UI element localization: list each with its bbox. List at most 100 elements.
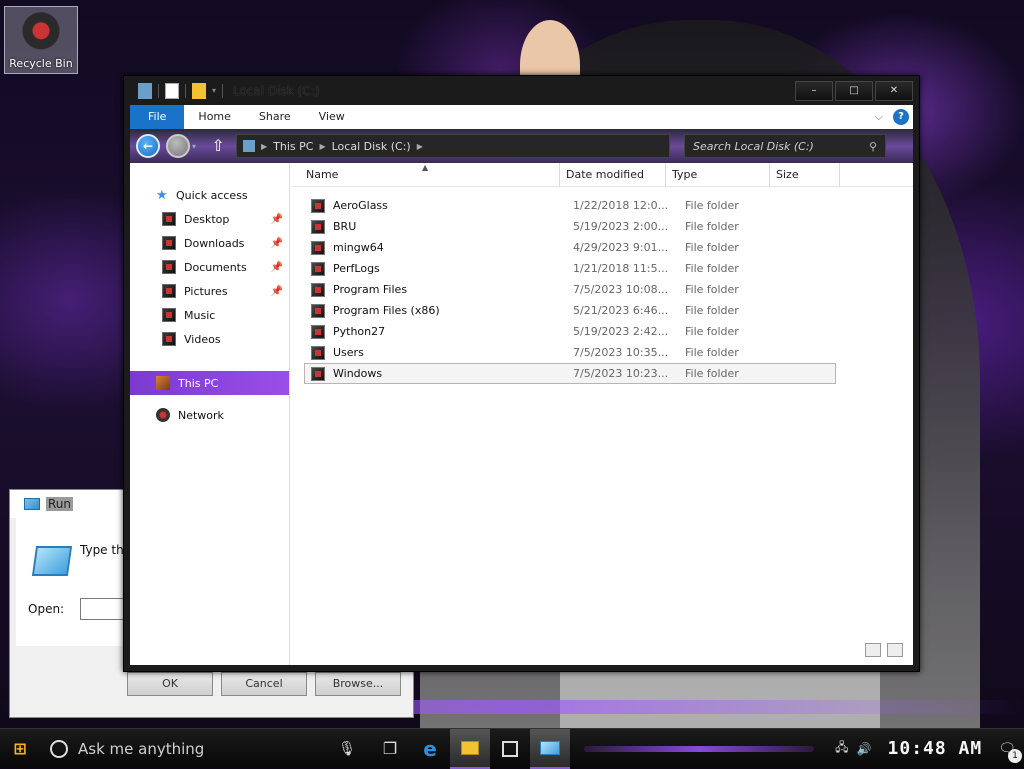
- column-header-date[interactable]: Date modified: [560, 163, 666, 187]
- tab-view[interactable]: View: [305, 105, 359, 129]
- up-button[interactable]: ⇧: [210, 134, 226, 158]
- customize-qat-icon[interactable]: ▾: [212, 86, 216, 95]
- cortana-search-box[interactable]: Ask me anything 🎙: [50, 729, 370, 769]
- sort-up-icon: ▲: [422, 163, 429, 172]
- file-type: File folder: [685, 199, 739, 212]
- minimize-button[interactable]: –: [795, 81, 833, 101]
- sidebar-item-documents[interactable]: Documents 📌: [130, 255, 289, 279]
- start-logo-icon: ⊞: [13, 739, 27, 758]
- file-row[interactable]: PerfLogs 1/21/2018 11:5... File folder: [304, 258, 836, 279]
- chevron-right-icon[interactable]: ▶: [319, 142, 325, 151]
- file-type: File folder: [685, 241, 739, 254]
- tab-home[interactable]: Home: [184, 105, 244, 129]
- new-folder-icon[interactable]: [192, 82, 206, 99]
- view-switcher: [865, 643, 903, 657]
- file-name: BRU: [333, 220, 357, 233]
- file-name: PerfLogs: [333, 262, 380, 275]
- file-row[interactable]: Program Files (x86) 5/21/2023 6:46... File…: [304, 300, 836, 321]
- sidebar-item-label: Documents: [184, 260, 247, 274]
- system-tray: 🖧 🔊 10:48 AM 🗨 1: [835, 729, 1024, 769]
- address-bar[interactable]: ▶ This PC ▶ Local Disk (C:) ▶: [236, 134, 671, 158]
- sidebar-item-pictures[interactable]: Pictures 📌: [130, 279, 289, 303]
- notification-count: 1: [1008, 748, 1022, 763]
- sidebar-item-downloads[interactable]: Downloads 📌: [130, 231, 289, 255]
- sidebar-item-desktop[interactable]: Desktop 📌: [130, 207, 289, 231]
- chevron-right-icon[interactable]: ▶: [261, 142, 267, 151]
- column-header-name[interactable]: ▲ Name: [292, 163, 560, 187]
- sidebar-item-label: Desktop: [184, 212, 230, 226]
- file-explorer-taskbar-button[interactable]: [450, 728, 490, 769]
- back-button[interactable]: ←: [136, 134, 160, 158]
- explorer-content: ★ Quick access Desktop 📌 Downloads 📌 Doc…: [130, 163, 913, 665]
- search-icon[interactable]: ⚲: [869, 140, 877, 153]
- pictures-folder-icon: [162, 284, 176, 298]
- sidebar-item-this-pc[interactable]: This PC: [130, 371, 289, 395]
- microphone-icon[interactable]: 🎙: [338, 741, 356, 757]
- separator: [158, 83, 159, 98]
- sidebar-item-label: Videos: [184, 332, 221, 346]
- window-controls: – □ ✕: [795, 81, 913, 101]
- pin-icon[interactable]: 📌: [271, 286, 283, 297]
- chevron-right-icon[interactable]: ▶: [417, 142, 423, 151]
- sidebar-item-label: Quick access: [176, 188, 248, 202]
- file-row[interactable]: BRU 5/19/2023 2:00... File folder: [304, 216, 836, 237]
- folder-icon: [311, 198, 325, 213]
- column-header-size[interactable]: Size: [770, 163, 840, 187]
- pin-icon[interactable]: 📌: [271, 214, 283, 225]
- file-date: 5/19/2023 2:42...: [573, 325, 669, 338]
- sidebar-item-videos[interactable]: Videos: [130, 327, 289, 351]
- store-taskbar-button[interactable]: [490, 729, 530, 769]
- run-browse-button[interactable]: Browse...: [315, 672, 401, 696]
- pin-icon[interactable]: 📌: [271, 262, 283, 273]
- network-icon: [156, 408, 170, 422]
- sidebar-item-quick-access[interactable]: ★ Quick access: [130, 183, 289, 207]
- music-folder-icon: [162, 308, 176, 322]
- start-button[interactable]: ⊞: [0, 729, 40, 769]
- action-center-button[interactable]: 🗨 1: [998, 741, 1022, 763]
- expand-ribbon-icon[interactable]: ⌵: [875, 110, 883, 124]
- recycle-bin-desktop-icon[interactable]: Recycle Bin: [4, 6, 78, 74]
- clock[interactable]: 10:48 AM: [888, 738, 983, 759]
- taskbar-decoration: [584, 745, 814, 752]
- sidebar-item-music[interactable]: Music: [130, 303, 289, 327]
- close-button[interactable]: ✕: [875, 81, 913, 101]
- explorer-title-bar[interactable]: ▾ Local Disk (C:) – □ ✕: [124, 76, 919, 105]
- run-cancel-button[interactable]: Cancel: [221, 672, 307, 696]
- sidebar-item-label: Music: [184, 308, 216, 322]
- details-view-icon[interactable]: [865, 643, 881, 657]
- file-row[interactable]: AeroGlass 1/22/2018 12:0... File folder: [304, 195, 836, 216]
- recent-locations-icon[interactable]: ▾: [192, 142, 196, 151]
- folder-icon: [311, 324, 325, 339]
- maximize-button[interactable]: □: [835, 81, 873, 101]
- documents-folder-icon: [162, 260, 176, 274]
- properties-icon[interactable]: [165, 82, 179, 99]
- edge-taskbar-button[interactable]: e: [410, 729, 450, 769]
- file-row[interactable]: Program Files 7/5/2023 10:08... File folde…: [304, 279, 836, 300]
- large-icons-view-icon[interactable]: [887, 643, 903, 657]
- file-date: 5/21/2023 6:46...: [573, 304, 669, 317]
- search-box[interactable]: Search Local Disk (C:) ⚲: [684, 134, 887, 158]
- breadcrumb-local-disk[interactable]: Local Disk (C:): [332, 140, 411, 153]
- breadcrumb-this-pc[interactable]: This PC: [273, 140, 313, 153]
- run-taskbar-button[interactable]: [530, 728, 570, 769]
- file-row[interactable]: mingw64 4/29/2023 9:01... File folder: [304, 237, 836, 258]
- tab-share[interactable]: Share: [245, 105, 305, 129]
- file-explorer-window[interactable]: ▾ Local Disk (C:) – □ ✕ File Home Share …: [123, 75, 920, 672]
- cortana-icon: [50, 739, 68, 758]
- file-row[interactable]: Users 7/5/2023 10:35... File folder: [304, 342, 836, 363]
- tab-file[interactable]: File: [130, 105, 185, 129]
- file-row[interactable]: Python27 5/19/2023 2:42... File folder: [304, 321, 836, 342]
- column-header-type[interactable]: Type: [666, 163, 770, 187]
- file-rows: AeroGlass 1/22/2018 12:0... File folder BR…: [292, 187, 913, 384]
- sidebar-item-label: Pictures: [184, 284, 228, 298]
- run-ok-button[interactable]: OK: [127, 672, 213, 696]
- help-icon[interactable]: ?: [893, 109, 909, 125]
- volume-icon[interactable]: 🔊: [857, 742, 872, 756]
- file-row-selected[interactable]: Windows 7/5/2023 10:23... File folder: [304, 363, 836, 384]
- sidebar-item-network[interactable]: Network: [130, 403, 289, 427]
- forward-button[interactable]: [166, 134, 190, 158]
- pin-icon[interactable]: 📌: [271, 238, 283, 249]
- file-date: 1/22/2018 12:0...: [573, 199, 669, 212]
- task-view-button[interactable]: ❐: [370, 729, 410, 769]
- network-tray-icon[interactable]: 🖧: [835, 738, 848, 759]
